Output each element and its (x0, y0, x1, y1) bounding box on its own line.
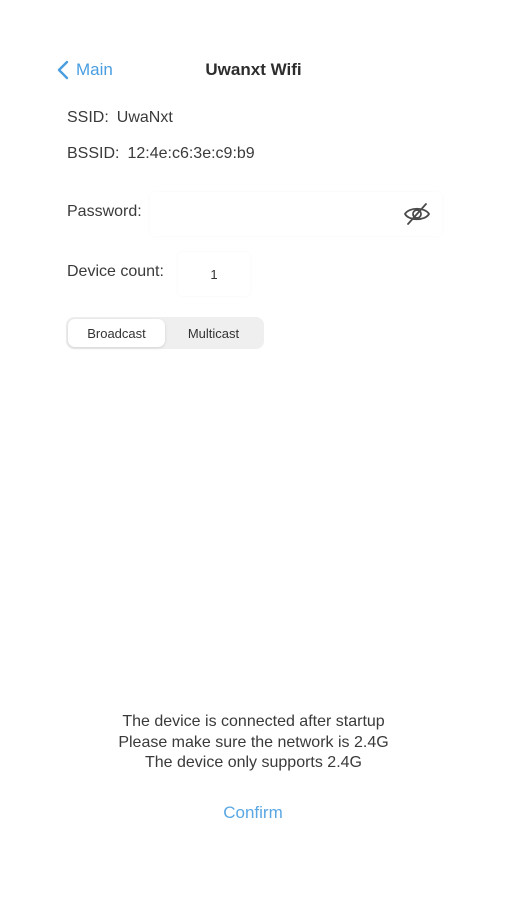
ssid-row: SSID: UwaNxt (67, 109, 173, 127)
password-label: Password: (67, 203, 142, 220)
device-count-field[interactable] (178, 252, 250, 296)
password-field[interactable] (150, 192, 442, 236)
device-count-label: Device count: (67, 263, 164, 280)
bssid-row: BSSID: 12:4e:c6:3e:c9:b9 (67, 145, 255, 163)
message-line: The device only supports 2.4G (144, 754, 362, 771)
ssid-value: UwaNxt (116, 109, 173, 126)
bssid-value: 12:4e:c6:3e:c9:b9 (127, 145, 255, 162)
segment-broadcast[interactable]: Broadcast (68, 319, 165, 347)
nav-bar: Main Uwanxt Wifi (0, 52, 507, 88)
ssid-label: SSID: (67, 109, 109, 126)
message-line: Please make sure the network is 2.4G (118, 734, 389, 751)
page-title: Uwanxt Wifi (205, 60, 302, 79)
segment-multicast[interactable]: Multicast (165, 319, 262, 347)
confirm-button[interactable]: Confirm (203, 800, 303, 826)
message-line: The device is connected after startup (122, 713, 385, 730)
bssid-label: BSSID: (67, 145, 120, 162)
mode-segmented-control: Broadcast Multicast (66, 317, 264, 349)
eye-slash-icon[interactable] (402, 201, 432, 227)
